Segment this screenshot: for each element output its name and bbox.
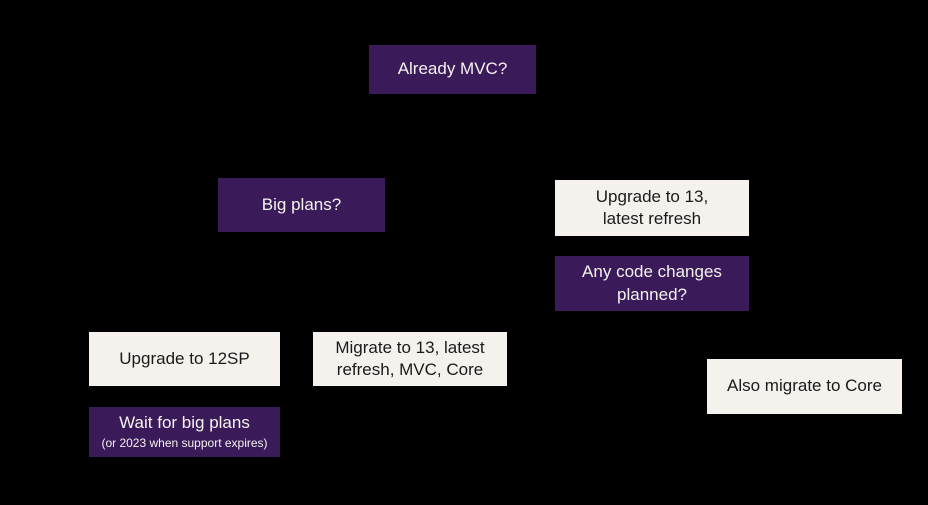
node-big-plans: Big plans? — [218, 178, 385, 232]
node-migrate-core: Also migrate to Core — [707, 359, 902, 414]
node-already-mvc: Already MVC? — [369, 45, 536, 94]
node-wait-big-plans: Wait for big plans (or 2023 when support… — [89, 407, 280, 457]
node-code-changes: Any code changes planned? — [555, 256, 749, 311]
node-migrate-13: Migrate to 13, latest refresh, MVC, Core — [313, 332, 507, 386]
node-upgrade-12sp: Upgrade to 12SP — [89, 332, 280, 386]
wait-big-plans-sub: (or 2023 when support expires) — [101, 436, 267, 452]
wait-big-plans-label: Wait for big plans — [119, 412, 250, 434]
node-upgrade-13: Upgrade to 13, latest refresh — [555, 180, 749, 236]
